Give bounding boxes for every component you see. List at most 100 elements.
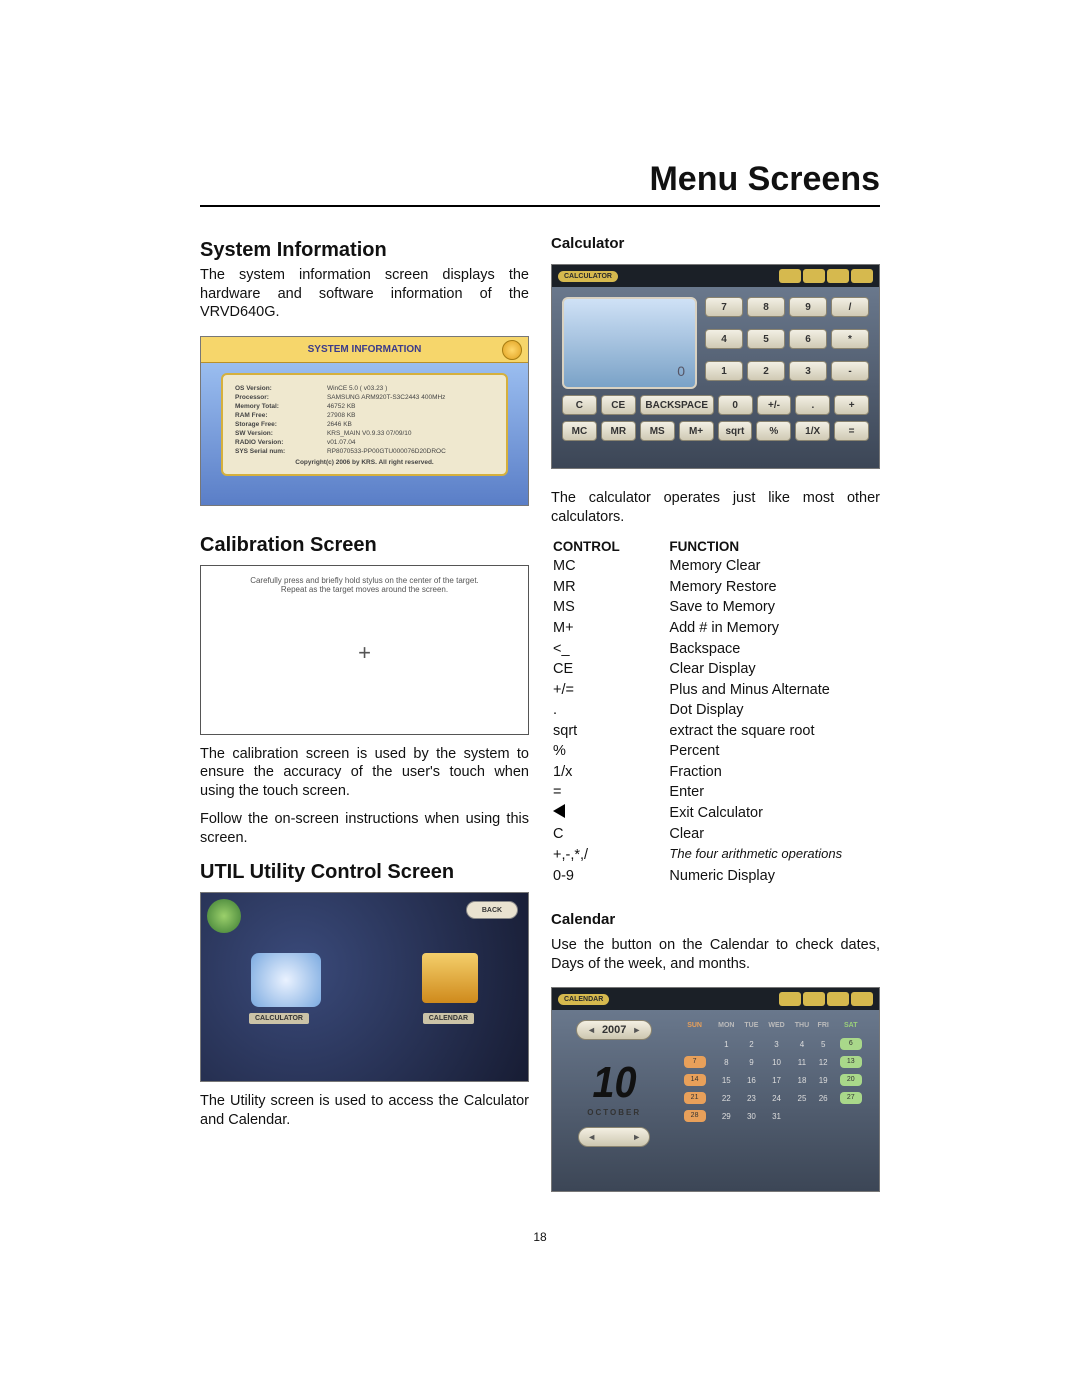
- calc-key: -: [831, 361, 869, 381]
- calc-key: 1/X: [795, 421, 830, 441]
- calendar-grid: SUNMONTUEWEDTHUFRISAT1234567891011121314…: [676, 1020, 869, 1147]
- function-cell: Memory Restore: [669, 578, 878, 597]
- calibration-paragraph: The calibration screen is used by the sy…: [200, 745, 529, 801]
- function-cell: Dot Display: [669, 701, 878, 720]
- calc-key: MS: [640, 421, 675, 441]
- utility-screenshot: BACK CALCULATOR CALENDAR: [200, 892, 529, 1082]
- calendar-cell: 15: [713, 1071, 740, 1089]
- calendar-paragraph: Use the button on the Calendar to check …: [551, 936, 880, 973]
- calc-key: 2: [747, 361, 785, 381]
- year-prev-icon: ◄: [587, 1025, 596, 1035]
- calendar-cell: 2: [740, 1035, 763, 1053]
- sysinfo-screenshot: SYSTEM INFORMATION OS Version:WinCE 5.0 …: [200, 336, 529, 506]
- sysinfo-key: OS Version:: [235, 385, 325, 392]
- function-cell: Percent: [669, 742, 878, 761]
- utility-heading: UTIL Utility Control Screen: [200, 861, 529, 884]
- function-cell: Fraction: [669, 763, 878, 782]
- table-row: +/=Plus and Minus Alternate: [553, 681, 878, 700]
- calendar-cell: 22: [713, 1089, 740, 1107]
- calc-key: 0: [718, 395, 753, 415]
- table-row: CEClear Display: [553, 660, 878, 679]
- calc-key: BACKSPACE: [640, 395, 714, 415]
- calc-key: 9: [789, 297, 827, 317]
- control-cell: +,-,*,/: [553, 846, 667, 865]
- sysinfo-val: SAMSUNG ARM920T-S3C2443 400MHz: [327, 394, 494, 401]
- calendar-nav-icons: [779, 992, 873, 1006]
- calendar-cell: [676, 1035, 712, 1053]
- year-selector: ◄ 2007 ►: [576, 1020, 652, 1040]
- calculator-icon-label: CALCULATOR: [249, 1013, 309, 1024]
- table-header-function: FUNCTION: [669, 538, 878, 555]
- control-cell: +/=: [553, 681, 667, 700]
- sysinfo-key: Processor:: [235, 394, 325, 401]
- calc-key: +: [834, 395, 869, 415]
- calendar-cell: [790, 1107, 814, 1125]
- function-cell: Backspace: [669, 640, 878, 659]
- sysinfo-val: v01.07.04: [327, 439, 494, 446]
- calibration-screenshot: Carefully press and briefly hold stylus …: [200, 565, 529, 735]
- control-cell: C: [553, 825, 667, 844]
- sysinfo-key: Storage Free:: [235, 421, 325, 428]
- calc-key: 7: [705, 297, 743, 317]
- sysinfo-titlebar: SYSTEM INFORMATION: [201, 337, 528, 363]
- month-next-icon: ►: [632, 1132, 641, 1142]
- calendar-cell: 21: [676, 1089, 712, 1107]
- control-cell: CE: [553, 660, 667, 679]
- calendar-cell: 10: [763, 1053, 790, 1071]
- sysinfo-paragraph: The system information screen displays t…: [200, 266, 529, 322]
- calendar-screenshot: CALENDAR ◄ 2007 ► 10 OCTOBER ◄: [551, 987, 880, 1192]
- calc-key: CE: [601, 395, 636, 415]
- calendar-cell: 25: [790, 1089, 814, 1107]
- table-row: 1/xFraction: [553, 763, 878, 782]
- sysinfo-key: RAM Free:: [235, 412, 325, 419]
- control-cell: =: [553, 783, 667, 802]
- function-cell: Plus and Minus Alternate: [669, 681, 878, 700]
- calc-key: 3: [789, 361, 827, 381]
- sysinfo-key: SW Version:: [235, 430, 325, 437]
- dow-header: TUE: [740, 1020, 763, 1035]
- calc-key: M+: [679, 421, 714, 441]
- calculator-paragraph: The calculator operates just like most o…: [551, 489, 880, 526]
- dow-header: WED: [763, 1020, 790, 1035]
- calendar-cell: 20: [833, 1071, 869, 1089]
- calendar-cell: 11: [790, 1053, 814, 1071]
- function-cell: Clear Display: [669, 660, 878, 679]
- calculator-title-tag: CALCULATOR: [558, 271, 618, 282]
- calculator-display: 0: [562, 297, 697, 389]
- function-cell: The four arithmetic operations: [669, 846, 878, 865]
- control-cell: .: [553, 701, 667, 720]
- calendar-cell: 12: [814, 1053, 833, 1071]
- function-cell: Save to Memory: [669, 598, 878, 617]
- function-cell: Exit Calculator: [669, 804, 878, 824]
- table-row: MRMemory Restore: [553, 578, 878, 597]
- control-cell: %: [553, 742, 667, 761]
- calculator-nav-icons: [779, 269, 873, 283]
- calendar-cell: 1: [713, 1035, 740, 1053]
- calendar-cell: 27: [833, 1089, 869, 1107]
- calendar-cell: 28: [676, 1107, 712, 1125]
- calculator-heading: Calculator: [551, 235, 880, 252]
- calendar-cell: 16: [740, 1071, 763, 1089]
- table-header-control: CONTROL: [553, 538, 667, 555]
- table-row: MCMemory Clear: [553, 557, 878, 576]
- sysinfo-heading: System Information: [200, 239, 529, 262]
- calc-key: 1: [705, 361, 743, 381]
- calc-key: +/-: [757, 395, 792, 415]
- calendar-cell: 17: [763, 1071, 790, 1089]
- utility-logo-icon: [207, 899, 241, 933]
- month-number: 10: [592, 1058, 636, 1108]
- calc-key: 8: [747, 297, 785, 317]
- calc-key: %: [756, 421, 791, 441]
- sysinfo-val: 46752 KB: [327, 403, 494, 410]
- table-row: +,-,*,/The four arithmetic operations: [553, 846, 878, 865]
- calendar-cell: 8: [713, 1053, 740, 1071]
- calc-key: .: [795, 395, 830, 415]
- dow-header: SUN: [676, 1020, 712, 1035]
- calendar-cell: 23: [740, 1089, 763, 1107]
- calendar-cell: 31: [763, 1107, 790, 1125]
- dow-header: MON: [713, 1020, 740, 1035]
- month-nav: ◄ ►: [578, 1127, 650, 1147]
- calendar-cell: 26: [814, 1089, 833, 1107]
- function-cell: Numeric Display: [669, 867, 878, 886]
- calculator-icon: [251, 953, 321, 1007]
